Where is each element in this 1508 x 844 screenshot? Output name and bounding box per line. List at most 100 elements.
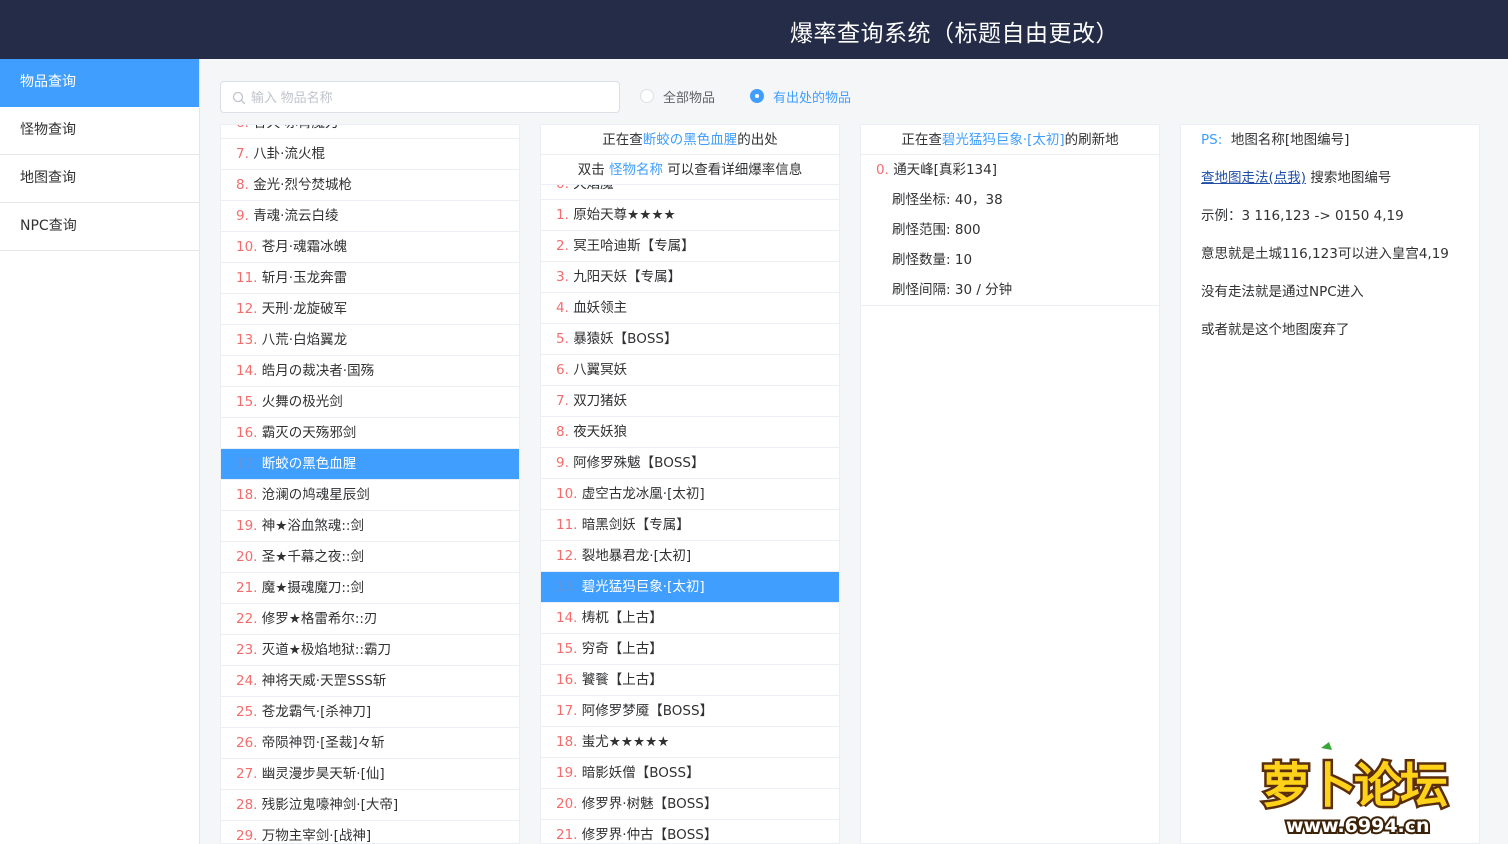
range-label: 刷怪范围: xyxy=(892,222,951,238)
monster-row[interactable]: 3. 九阳天妖【专属】 xyxy=(541,262,839,293)
item-row[interactable]: 12. 天刑·龙旋破军 xyxy=(221,294,519,325)
header-suffix: 的刷新地 xyxy=(1064,132,1119,148)
monster-row[interactable]: 17. 阿修罗梦魇【BOSS】 xyxy=(541,696,839,727)
item-row[interactable]: 24. 神将天威·天罡SSS斩 xyxy=(221,666,519,697)
row-number: 19. xyxy=(556,765,578,781)
item-row[interactable]: 8. 金光·烈兮焚城枪 xyxy=(221,170,519,201)
row-number: 25. xyxy=(236,704,258,720)
row-number: 27. xyxy=(236,766,258,782)
forum-watermark-logo: 萝卜论坛 www.6994.cn xyxy=(1260,742,1452,838)
row-number: 14. xyxy=(556,610,578,626)
monster-row[interactable]: 2. 冥王哈迪斯【专属】 xyxy=(541,231,839,262)
radio-all-items[interactable]: 全部物品 xyxy=(640,88,715,106)
item-row[interactable]: 26. 帝陨神罚·[圣裁]々斩 xyxy=(221,728,519,759)
row-name: 神★浴血煞魂::剑 xyxy=(261,518,364,534)
row-number: 10. xyxy=(236,239,258,255)
item-row[interactable]: 19. 神★浴血煞魂::剑 xyxy=(221,511,519,542)
item-row[interactable]: 23. 灭道★极焰地狱::霸刀 xyxy=(221,635,519,666)
row-number: 21. xyxy=(236,580,258,596)
top-header: 爆率查询系统（标题自由更改） xyxy=(0,0,1508,59)
search-box[interactable] xyxy=(220,81,620,113)
monster-row[interactable]: 21. 修罗界·仲古【BOSS】 xyxy=(541,820,839,843)
header-suffix: 的出处 xyxy=(737,132,778,148)
ps-label: PS: xyxy=(1201,132,1223,148)
help-panel: PS: 地图名称[地图编号] 查地图走法(点我) 搜索地图编号 示例：3 116… xyxy=(1180,124,1480,844)
monsters-panel-header: 正在查断蛟の黑色血腥的出处 xyxy=(541,125,839,155)
monster-row[interactable]: 15. 穷奇【上古】 xyxy=(541,634,839,665)
count-value: 10 xyxy=(954,252,973,268)
monster-row[interactable]: 14. 梼杌【上古】 xyxy=(541,603,839,634)
monster-row[interactable]: 8. 夜天妖狼 xyxy=(541,417,839,448)
sidebar-item-map-query[interactable]: 地图查询 xyxy=(0,155,199,203)
refresh-panel: 正在查碧光猛犸巨象·[太初]的刷新地 0. 通天峰[真彩134] 刷怪坐标: 4… xyxy=(860,124,1160,844)
item-row[interactable]: 29. 万物主宰剑·[战神] xyxy=(221,821,519,844)
monster-row[interactable]: 10. 虚空古龙冰凰·[太初] xyxy=(541,479,839,510)
range-value: 800 xyxy=(954,222,981,238)
item-row[interactable]: 28. 残影泣鬼嚎神剑·[大帝] xyxy=(221,790,519,821)
item-row[interactable]: 7. 八卦·流火棍 xyxy=(221,139,519,170)
sidebar-item-npc-query[interactable]: NPC查询 xyxy=(0,203,199,251)
map-route-link[interactable]: 查地图走法(点我) xyxy=(1201,170,1306,186)
map-route-line: 查地图走法(点我) 搜索地图编号 xyxy=(1201,163,1479,201)
radio-circle-checked[interactable] xyxy=(750,89,764,103)
row-number: 29. xyxy=(236,828,258,844)
count-line: 刷怪数量: 10 xyxy=(876,245,1159,275)
monster-row[interactable]: 20. 修罗界·树魅【BOSS】 xyxy=(541,789,839,820)
monster-row[interactable]: 6. 八翼冥妖 xyxy=(541,355,839,386)
monster-row[interactable]: 19. 暗影妖僧【BOSS】 xyxy=(541,758,839,789)
monster-row[interactable]: 13. 碧光猛犸巨象·[太初] xyxy=(541,572,839,603)
sidebar-item-item-query[interactable]: 物品查询 xyxy=(0,59,199,107)
radio-items-with-source[interactable]: 有出处的物品 xyxy=(750,88,851,106)
row-name: 神将天威·天罡SSS斩 xyxy=(261,673,387,689)
refresh-info[interactable]: 0. 通天峰[真彩134] 刷怪坐标: 40，38 刷怪范围: 800 刷怪数量… xyxy=(861,155,1159,306)
search-input[interactable] xyxy=(251,86,611,108)
page-title: 爆率查询系统（标题自由更改） xyxy=(790,21,1119,47)
monster-row[interactable]: 11. 暗黑剑妖【专属】 xyxy=(541,510,839,541)
monster-row[interactable]: 9. 阿修罗殊魃【BOSS】 xyxy=(541,448,839,479)
row-name: 八翼冥妖 xyxy=(573,362,628,378)
row-number: 15. xyxy=(236,394,258,410)
row-name: 暴猿妖【BOSS】 xyxy=(573,331,678,347)
sidebar-item-monster-query[interactable]: 怪物查询 xyxy=(0,107,199,155)
monster-row[interactable]: 5. 暴猿妖【BOSS】 xyxy=(541,324,839,355)
row-name: 蚩尤★★★★★ xyxy=(581,734,670,750)
item-row[interactable]: 13. 八荒·白焰翼龙 xyxy=(221,325,519,356)
item-row[interactable]: 6. 吞天·赤霄魔刀 xyxy=(221,125,519,139)
meaning-line: 意思就是土城116,123可以进入皇宫4,19 xyxy=(1201,246,1449,262)
monster-row[interactable]: 1. 原始天尊★★★★ xyxy=(541,200,839,231)
item-row[interactable]: 20. 圣★千幕之夜::剑 xyxy=(221,542,519,573)
item-row[interactable]: 21. 魔★摄魂魔刀::剑 xyxy=(221,573,519,604)
row-number: 11. xyxy=(556,517,578,533)
item-row[interactable]: 15. 火舞の极光剑 xyxy=(221,387,519,418)
radio-circle[interactable] xyxy=(640,89,654,103)
monster-row[interactable]: 16. 饕餮【上古】 xyxy=(541,665,839,696)
item-row[interactable]: 10. 苍月·魂霜冰魄 xyxy=(221,232,519,263)
monster-row[interactable]: 4. 血妖领主 xyxy=(541,293,839,324)
item-row[interactable]: 17. 断蛟の黑色血腥 xyxy=(221,449,519,480)
row-number: 7. xyxy=(236,146,249,162)
monster-row[interactable]: 12. 裂地暴君龙·[太初] xyxy=(541,541,839,572)
row-name: 双刀猪妖 xyxy=(573,393,628,409)
item-row[interactable]: 25. 苍龙霸气·[杀神刀] xyxy=(221,697,519,728)
monster-row[interactable]: 18. 蚩尤★★★★★ xyxy=(541,727,839,758)
item-row[interactable]: 14. 皓月の裁决者·国殇 xyxy=(221,356,519,387)
row-name: 梼杌【上古】 xyxy=(581,610,663,626)
item-row[interactable]: 9. 青魂·流云白绫 xyxy=(221,201,519,232)
main-content: 全部物品 有出处的物品 6. 吞天·赤霄魔刀7. 八卦·流火棍8. 金光·烈兮焚… xyxy=(200,59,1508,844)
monsters-list: 0. 天焰魔1. 原始天尊★★★★2. 冥王哈迪斯【专属】3. 九阳天妖【专属】… xyxy=(541,169,839,843)
row-number: 16. xyxy=(236,425,258,441)
item-row[interactable]: 27. 幽灵漫步昊天斩·[仙] xyxy=(221,759,519,790)
monster-row[interactable]: 7. 双刀猪妖 xyxy=(541,386,839,417)
row-number: 28. xyxy=(236,797,258,813)
hint-link: 怪物名称 xyxy=(609,162,663,178)
item-row[interactable]: 11. 斩月·玉龙奔雷 xyxy=(221,263,519,294)
ps-text: 地图名称[地图编号] xyxy=(1230,132,1350,148)
item-row[interactable]: 16. 霸灭の天殇邪剑 xyxy=(221,418,519,449)
map-entry[interactable]: 0. 通天峰[真彩134] xyxy=(876,155,1159,185)
item-row[interactable]: 22. 修罗★格雷希尔::刃 xyxy=(221,604,519,635)
row-name: 血妖领主 xyxy=(573,300,628,316)
item-row[interactable]: 18. 沧澜の鸠魂星辰剑 xyxy=(221,480,519,511)
row-name: 暗影妖僧【BOSS】 xyxy=(581,765,700,781)
row-number: 7. xyxy=(556,393,569,409)
row-number: 17. xyxy=(556,703,578,719)
